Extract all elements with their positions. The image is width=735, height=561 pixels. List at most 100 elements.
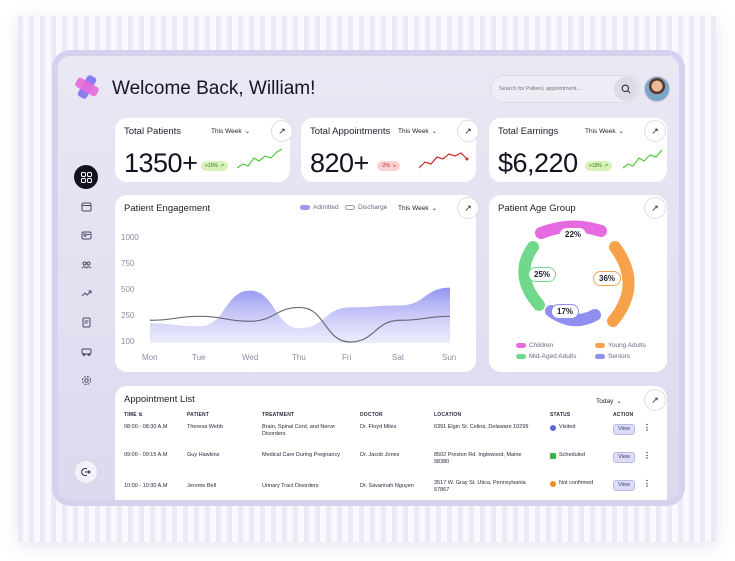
cell-status: Visited: [550, 424, 613, 452]
logout-icon: [81, 468, 91, 476]
nav-reports[interactable]: [74, 310, 98, 334]
cell-location: 3517 W. Gray St. Utica, Pennsylvania 578…: [434, 480, 526, 493]
expand-earnings-button[interactable]: ↗: [644, 120, 666, 142]
period-label: This Week: [398, 127, 429, 135]
period-dropdown[interactable]: This Week ⌄: [398, 127, 438, 136]
vehicle-icon: [81, 348, 91, 356]
stat-card-patients: Total Patients This Week ⌄ 1350+ +10% ↗: [115, 118, 290, 182]
admitted-area: [150, 287, 450, 343]
expand-appointments-list-button[interactable]: ↗: [644, 389, 666, 411]
period-dropdown[interactable]: This Week ⌄: [398, 204, 437, 213]
stat-value: 820+: [310, 148, 369, 178]
stat-value: $6,220: [498, 148, 578, 178]
gear-icon: [81, 375, 91, 385]
view-button[interactable]: View: [613, 424, 635, 435]
legend-seniors: Seniors: [595, 353, 630, 360]
arrow-up-right-icon: ↗: [278, 125, 286, 136]
y-tick-label: 750: [121, 259, 135, 268]
legend-label: Children: [529, 342, 554, 349]
children-percent: 22%: [560, 228, 587, 241]
change-value: -2%: [381, 163, 390, 169]
period-label: This Week: [398, 204, 429, 212]
legend-young-adults: Young Adults: [595, 342, 646, 349]
expand-appointments-button[interactable]: ↗: [457, 120, 479, 142]
period-dropdown[interactable]: This Week ⌄: [211, 127, 250, 136]
legend-admitted: Admitted: [300, 204, 339, 211]
chevron-down-icon: ⌄: [616, 398, 622, 405]
table-row: 09:00 - 09:15 A.M Guy Hawkins Medical Ca…: [124, 452, 659, 480]
welcome-heading: Welcome Back, William!: [112, 78, 316, 99]
chevron-down-icon: ⌄: [431, 128, 438, 135]
user-avatar[interactable]: [644, 76, 670, 102]
cell-treatment: Medical Care During Pregnancy: [262, 452, 340, 458]
cell-time: 09:00 - 09:15 A.M: [124, 452, 168, 458]
expand-age-group-button[interactable]: ↗: [644, 197, 666, 219]
legend-label: Young Adults: [608, 342, 646, 349]
sort-icon: ⇅: [138, 412, 143, 418]
period-dropdown[interactable]: Today ⌄: [596, 397, 622, 406]
expand-patients-button[interactable]: ↗: [271, 120, 293, 142]
cell-time: 10:00 - 10:30 A.M: [124, 483, 168, 489]
nav-dashboard[interactable]: [74, 165, 98, 189]
cell-location: 8502 Preston Rd. Inglewood, Maine 98380: [434, 452, 522, 465]
status-text: Not confirmed: [559, 480, 594, 486]
sparkline-up: [237, 148, 283, 169]
calendar-icon: [81, 202, 91, 211]
nav-analytics[interactable]: [74, 281, 98, 305]
age-group-card: Patient Age Group 22% 36% 17% 25% Childr…: [489, 195, 667, 372]
status-icon: [550, 424, 556, 431]
period-label: This Week: [211, 127, 242, 135]
arrow-up-right-icon: ↗: [464, 125, 472, 136]
mid-aged-percent: 25%: [528, 267, 557, 282]
nav-patients[interactable]: [74, 223, 98, 247]
col-time[interactable]: TIME ⇅: [124, 412, 187, 424]
table-row: 08:00 - 08:30 A.M Theresa Webb Brain, Sp…: [124, 424, 659, 452]
cell-doctor: Dr. Savannah Nguyen: [360, 483, 414, 489]
search-input[interactable]: [499, 86, 609, 92]
stat-title: Total Earnings: [498, 126, 559, 137]
cell-status: Scheduled: [550, 452, 613, 480]
search-icon: [621, 84, 631, 94]
cell-action: View ⋮: [613, 424, 659, 452]
table-header-row: TIME ⇅ PATIENT TREATMENT DOCTOR LOCATION…: [124, 412, 659, 424]
period-dropdown[interactable]: This Week ⌄: [585, 127, 624, 136]
nav-ambulance[interactable]: [74, 339, 98, 363]
period-label: This Week: [585, 127, 616, 135]
expand-engagement-button[interactable]: ↗: [457, 197, 479, 219]
status-text: Visited: [559, 424, 576, 430]
change-badge: +10% ↗: [201, 161, 229, 171]
trend-down-icon: ↘: [391, 163, 397, 169]
sparkline-up: [623, 149, 663, 169]
more-icon[interactable]: ⋮: [643, 452, 651, 460]
nav-calendar[interactable]: [74, 194, 98, 218]
view-button[interactable]: View: [613, 480, 635, 491]
logout-button[interactable]: [74, 460, 98, 484]
view-button[interactable]: View: [613, 452, 635, 463]
y-tick-label: 500: [121, 285, 135, 294]
cell-patient: Jerome Bell: [187, 483, 217, 489]
cell-doctor: Dr. Jacob Jones: [360, 452, 400, 458]
mid-aged-swatch: [516, 354, 526, 359]
more-icon[interactable]: ⋮: [643, 480, 651, 488]
legend-children: Children: [516, 342, 553, 349]
col-status: STATUS: [550, 412, 571, 418]
engagement-chart: [149, 287, 451, 343]
appointment-list-title: Appointment List: [124, 394, 195, 405]
nav-settings[interactable]: [74, 368, 98, 392]
young-adults-swatch: [595, 343, 605, 348]
stat-card-earnings: Total Earnings This Week ⌄ $6,220 +18% ↗: [489, 118, 667, 182]
trend-up-icon: ↗: [603, 163, 609, 169]
nav-doctors[interactable]: [74, 252, 98, 276]
search-bar[interactable]: [490, 75, 640, 103]
trend-icon: [81, 290, 91, 296]
trend-up-icon: ↗: [219, 163, 225, 169]
more-icon[interactable]: ⋮: [643, 424, 651, 432]
arrow-up-right-icon: ↗: [651, 125, 659, 136]
engagement-card: Patient Engagement Admitted Discharge Th…: [115, 195, 476, 372]
cell-action: View ⋮: [613, 480, 659, 500]
table-row: 10:00 - 10:30 A.M Jerome Bell Urinary Tr…: [124, 480, 659, 500]
status-icon: [550, 452, 556, 459]
search-button[interactable]: [614, 77, 638, 101]
young-adults-percent: 36%: [593, 271, 622, 286]
col-patient: PATIENT: [187, 412, 210, 418]
